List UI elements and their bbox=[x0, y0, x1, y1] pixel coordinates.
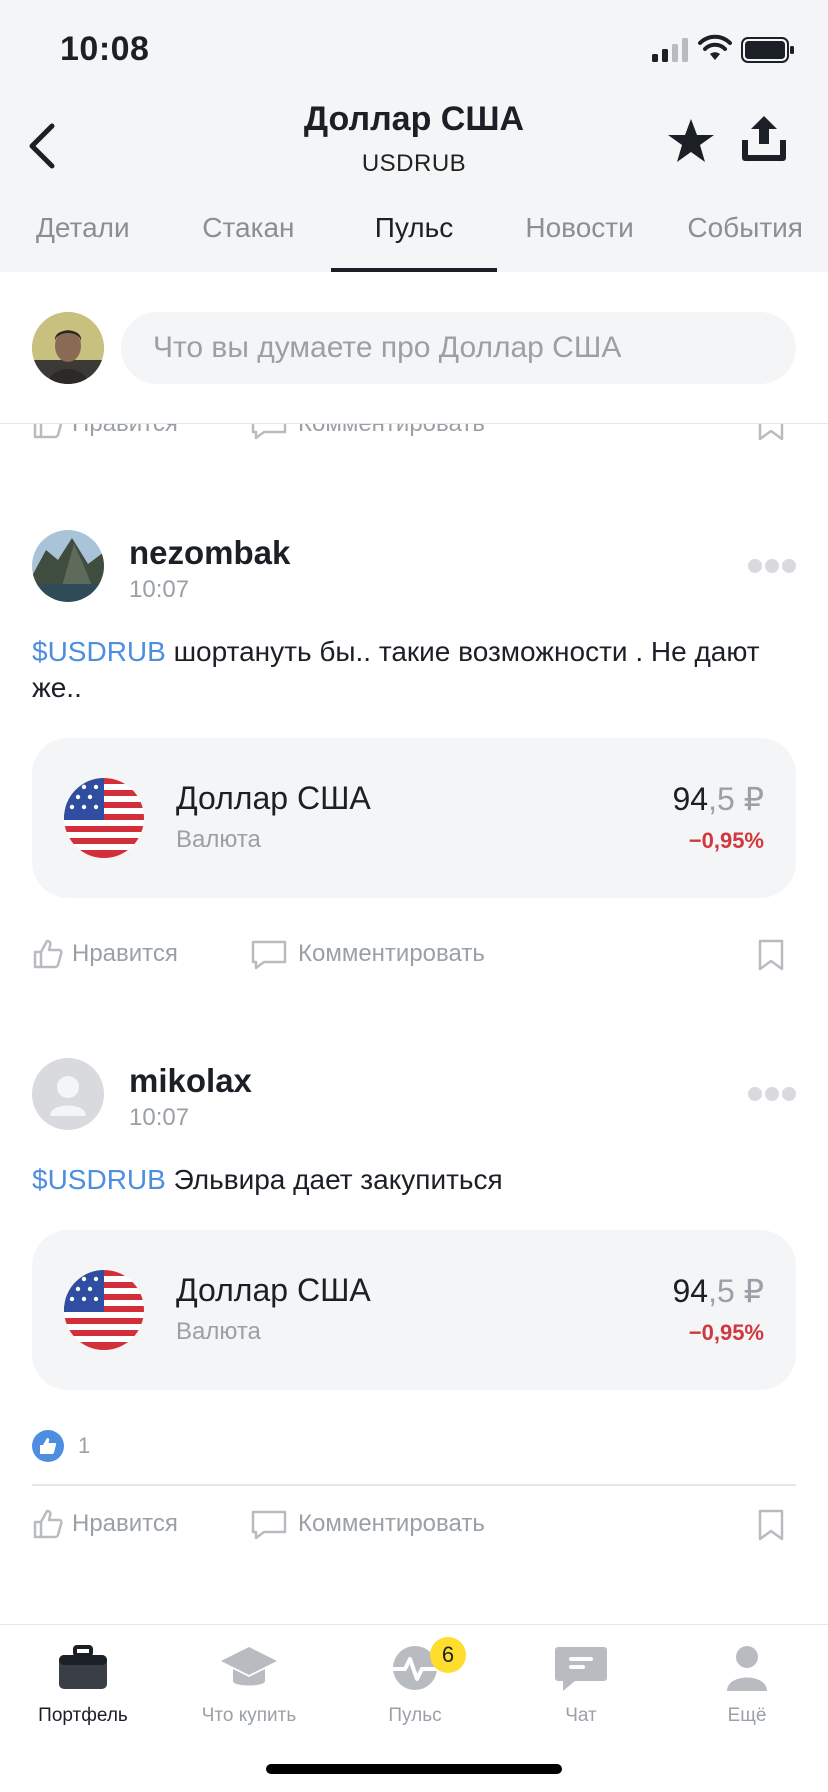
instrument-change: −0,95% bbox=[688, 1320, 764, 1345]
profile-icon bbox=[727, 1646, 767, 1691]
chat-icon bbox=[555, 1647, 607, 1691]
likes-count: 1 bbox=[78, 1433, 91, 1458]
instrument-type: Валюта bbox=[176, 1318, 261, 1345]
ticker-link[interactable]: $USDRUB bbox=[32, 1164, 166, 1195]
post-card: nezombak 10:07 $USDRUB шортануть бы.. та… bbox=[0, 530, 828, 1010]
instrument-name: Доллар США bbox=[176, 1272, 371, 1308]
default-avatar-icon bbox=[32, 1058, 104, 1130]
like-button[interactable]: Нравится bbox=[32, 1508, 178, 1540]
tab-events[interactable]: События bbox=[662, 202, 828, 272]
more-dot bbox=[765, 559, 779, 573]
tab-label: Ещё bbox=[727, 1705, 767, 1726]
post-actions: Нравится Комментировать bbox=[0, 938, 828, 978]
ticker-link[interactable]: $USDRUB bbox=[32, 636, 166, 667]
post-time: 10:07 bbox=[129, 576, 190, 603]
tab-pulse[interactable]: Пульс bbox=[331, 202, 497, 272]
avatar-photo bbox=[32, 312, 104, 384]
graduation-cap-icon bbox=[221, 1647, 277, 1686]
price-fraction: ,5 ₽ bbox=[708, 781, 764, 817]
price-main: 94 bbox=[672, 1273, 709, 1309]
instrument-change: −0,95% bbox=[688, 828, 764, 853]
signal-icon bbox=[652, 38, 688, 62]
post-text: $USDRUB Эльвира дает закупиться bbox=[32, 1162, 802, 1198]
tab-label: Портфель bbox=[38, 1705, 128, 1726]
comment-button[interactable]: Комментировать bbox=[250, 1508, 485, 1540]
post-text: $USDRUB шортануть бы.. такие возможности… bbox=[32, 634, 802, 706]
price-main: 94 bbox=[672, 781, 709, 817]
like-label: Нравится bbox=[72, 1510, 178, 1537]
more-dot bbox=[782, 1087, 796, 1101]
instrument-name: Доллар США bbox=[176, 780, 371, 816]
post-time: 10:07 bbox=[129, 1104, 190, 1131]
comment-icon bbox=[251, 1510, 287, 1540]
price-fraction: ,5 ₽ bbox=[708, 1273, 764, 1309]
divider bbox=[32, 1484, 796, 1486]
more-dot bbox=[782, 559, 796, 573]
more-button[interactable] bbox=[748, 1084, 796, 1104]
home-indicator bbox=[266, 1764, 562, 1774]
tab-label: Пульс bbox=[388, 1705, 442, 1726]
more-button[interactable] bbox=[748, 556, 796, 576]
status-bar: 10:08 bbox=[0, 0, 828, 96]
page-title: Доллар США bbox=[303, 100, 525, 138]
tab-news[interactable]: Новости bbox=[497, 202, 663, 272]
instrument-card[interactable]: Доллар США Валюта 94,5 ₽ −0,95% bbox=[32, 738, 796, 898]
post-actions: Нравится Комментировать bbox=[0, 1508, 828, 1548]
tab-more[interactable]: Ещё bbox=[664, 1643, 828, 1727]
page-subtitle: USDRUB bbox=[361, 150, 467, 177]
bookmark-button[interactable] bbox=[756, 938, 794, 972]
author-avatar[interactable] bbox=[32, 1058, 104, 1130]
tab-label: Чат bbox=[565, 1705, 597, 1726]
tab-pulse-feed[interactable]: 6 Пульс bbox=[332, 1637, 498, 1727]
more-dot bbox=[765, 1087, 779, 1101]
tab-details[interactable]: Детали bbox=[0, 202, 166, 272]
instrument-price: 94,5 ₽ bbox=[672, 1272, 764, 1310]
post-body: Эльвира дает закупиться bbox=[165, 1164, 503, 1195]
us-flag-icon bbox=[64, 1270, 144, 1350]
wifi-icon bbox=[698, 34, 732, 60]
like-label: Нравится bbox=[72, 940, 178, 967]
like-reaction-icon bbox=[32, 1430, 64, 1462]
author-avatar[interactable] bbox=[32, 530, 104, 602]
likes-summary[interactable]: 1 bbox=[32, 1430, 90, 1462]
thumbs-up-icon bbox=[33, 1509, 63, 1539]
battery-icon bbox=[741, 37, 794, 63]
instrument-type: Валюта bbox=[176, 826, 261, 853]
comment-label: Комментировать bbox=[298, 1510, 485, 1537]
tab-orderbook[interactable]: Стакан bbox=[166, 202, 332, 272]
more-dot bbox=[748, 1087, 762, 1101]
more-dot bbox=[748, 559, 762, 573]
author-name[interactable]: mikolax bbox=[129, 1062, 252, 1100]
tab-what-to-buy[interactable]: Что купить bbox=[166, 1643, 332, 1727]
comment-label: Комментировать bbox=[298, 940, 485, 967]
user-avatar[interactable] bbox=[32, 312, 104, 384]
thumbs-up-icon bbox=[33, 939, 63, 969]
tab-portfolio[interactable]: Портфель bbox=[0, 1643, 166, 1727]
tab-label: Что купить bbox=[201, 1705, 297, 1726]
us-flag-icon bbox=[64, 778, 144, 858]
bookmark-icon bbox=[758, 1509, 784, 1541]
landscape-photo bbox=[32, 530, 104, 602]
author-name[interactable]: nezombak bbox=[129, 534, 290, 572]
tab-bar-top: Детали Стакан Пульс Новости События bbox=[0, 202, 828, 272]
instrument-card[interactable]: Доллар США Валюта 94,5 ₽ −0,95% bbox=[32, 1230, 796, 1390]
comment-icon bbox=[251, 940, 287, 970]
bookmark-icon bbox=[758, 939, 784, 971]
tab-chat[interactable]: Чат bbox=[498, 1643, 664, 1727]
like-button[interactable]: Нравится bbox=[32, 938, 178, 970]
status-time: 10:08 bbox=[60, 30, 150, 68]
notification-badge: 6 bbox=[430, 1637, 466, 1673]
comment-button[interactable]: Комментировать bbox=[250, 938, 485, 970]
bookmark-button[interactable] bbox=[756, 1508, 794, 1542]
briefcase-icon bbox=[59, 1645, 107, 1689]
post-input[interactable] bbox=[121, 312, 796, 384]
instrument-price: 94,5 ₽ bbox=[672, 780, 764, 818]
post-composer bbox=[0, 272, 828, 424]
